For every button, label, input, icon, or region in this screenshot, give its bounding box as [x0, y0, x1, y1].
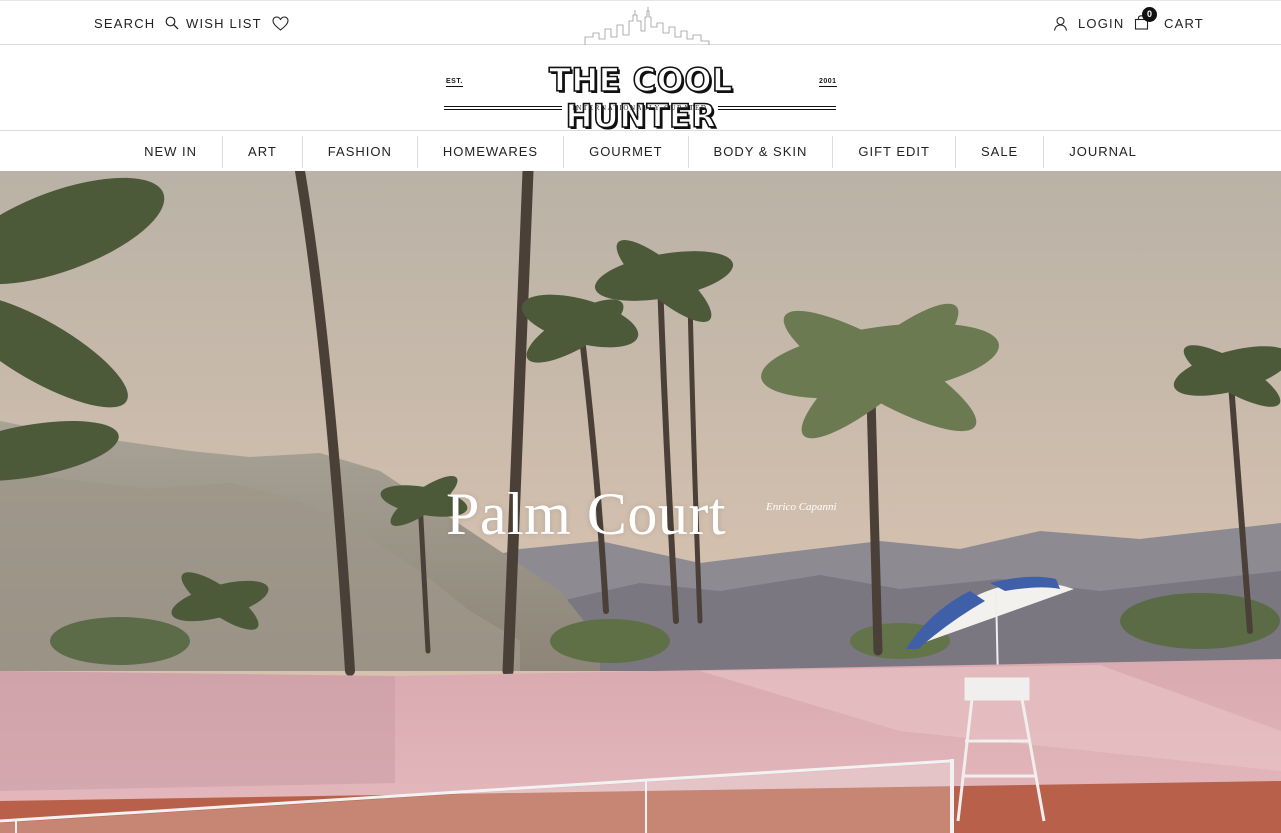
search-label: SEARCH — [94, 15, 156, 31]
logo-rule-right — [718, 106, 836, 110]
site-logo[interactable]: EST. THE COOL HUNTER 2001 INTERNATIONALL… — [444, 60, 838, 135]
logo-tagline: INTERNATIONALLY CURATED — [572, 104, 708, 112]
city-skyline-icon — [583, 7, 711, 50]
search-button[interactable]: SEARCH — [94, 1, 179, 45]
nav-item-journal[interactable]: JOURNAL — [1044, 136, 1162, 168]
cart-label: CART — [1164, 15, 1204, 31]
nav-item-body-skin[interactable]: BODY & SKIN — [689, 135, 834, 168]
hero-title: Palm Court — [446, 481, 727, 547]
logo-band: EST. THE COOL HUNTER 2001 INTERNATIONALL… — [0, 45, 1281, 135]
nav-item-gift-edit[interactable]: GIFT EDIT — [833, 135, 956, 168]
cart-count-badge: 0 — [1142, 7, 1157, 22]
wishlist-label: WISH LIST — [186, 15, 262, 31]
logo-year: 2001 — [819, 78, 837, 87]
nav-item-new-in[interactable]: NEW IN — [119, 135, 224, 168]
wishlist-button[interactable]: WISH LIST — [186, 1, 289, 45]
nav-item-sale[interactable]: SALE — [956, 135, 1045, 168]
hero-banner[interactable]: Palm Court Enrico Capanni — [0, 171, 1281, 833]
main-nav: NEW IN ART FASHION HOMEWARES GOURMET BOD… — [0, 132, 1281, 171]
cart-button[interactable]: 0 CART — [1134, 1, 1204, 45]
nav-item-art[interactable]: ART — [223, 135, 303, 168]
heart-icon — [262, 15, 289, 31]
nav-item-homewares[interactable]: HOMEWARES — [418, 135, 565, 168]
shopping-bag-icon: 0 — [1134, 7, 1157, 31]
nav-item-fashion[interactable]: FASHION — [303, 135, 418, 168]
hero-artist: Enrico Capanni — [766, 501, 837, 513]
logo-est: EST. — [446, 78, 463, 87]
utility-bar: SEARCH WISH LIST LOGIN 0 CART — [0, 0, 1281, 45]
logo-rule-left — [444, 106, 562, 110]
login-label: LOGIN — [1078, 15, 1125, 31]
login-button[interactable]: LOGIN — [1053, 1, 1124, 45]
user-icon — [1053, 16, 1078, 31]
nav-item-gourmet[interactable]: GOURMET — [564, 135, 689, 168]
logo-title: THE COOL HUNTER — [548, 61, 733, 135]
search-icon — [155, 16, 179, 30]
